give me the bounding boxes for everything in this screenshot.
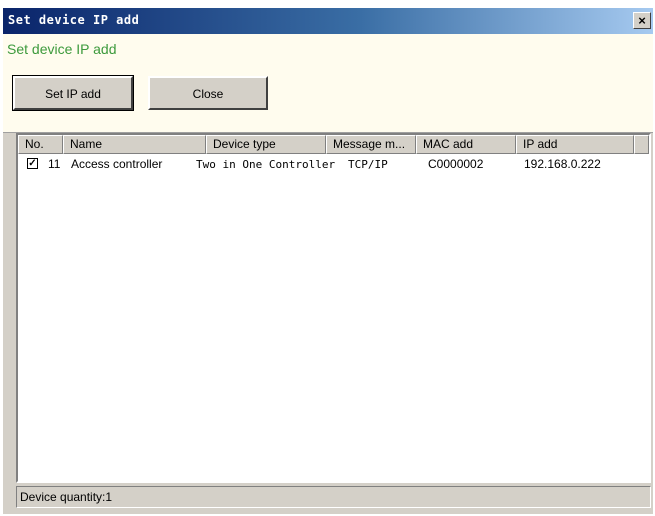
header-panel: Set device IP add Set IP add Close [3,34,653,133]
row-ip-add: 192.168.0.222 [524,157,601,171]
device-list[interactable]: No. Name Device type Message m... MAC ad… [16,133,651,483]
column-header-message-mode[interactable]: Message m... [326,135,416,154]
row-checkbox[interactable]: ✓ [27,158,38,169]
row-message-mode: TCP/IP [348,158,388,171]
close-icon[interactable]: × [633,12,651,29]
row-device-type: Two in One Controller [196,158,336,171]
column-header-mac-add[interactable]: MAC add [416,135,516,154]
page-subtitle: Set device IP add [7,41,117,57]
column-header-name[interactable]: Name [63,135,206,154]
column-header-filler [634,135,649,154]
set-ip-dialog: Set device IP add × Set device IP add Se… [3,8,653,514]
column-header-device-type[interactable]: Device type [206,135,326,154]
status-bar: Device quantity:1 [16,486,651,508]
set-ip-button[interactable]: Set IP add [12,75,134,111]
column-header-ip-add[interactable]: IP add [516,135,634,154]
window-title: Set device IP add [8,13,140,27]
title-bar: Set device IP add × [3,8,653,34]
list-header: No. Name Device type Message m... MAC ad… [18,135,649,154]
column-header-no[interactable]: No. [18,135,63,154]
row-no: 11 [48,157,61,171]
table-row[interactable]: ✓ 11 Access controller Two in One Contro… [18,155,649,173]
row-name: Access controller [71,157,163,171]
row-mac-add: C0000002 [428,157,484,171]
close-button[interactable]: Close [148,76,268,110]
